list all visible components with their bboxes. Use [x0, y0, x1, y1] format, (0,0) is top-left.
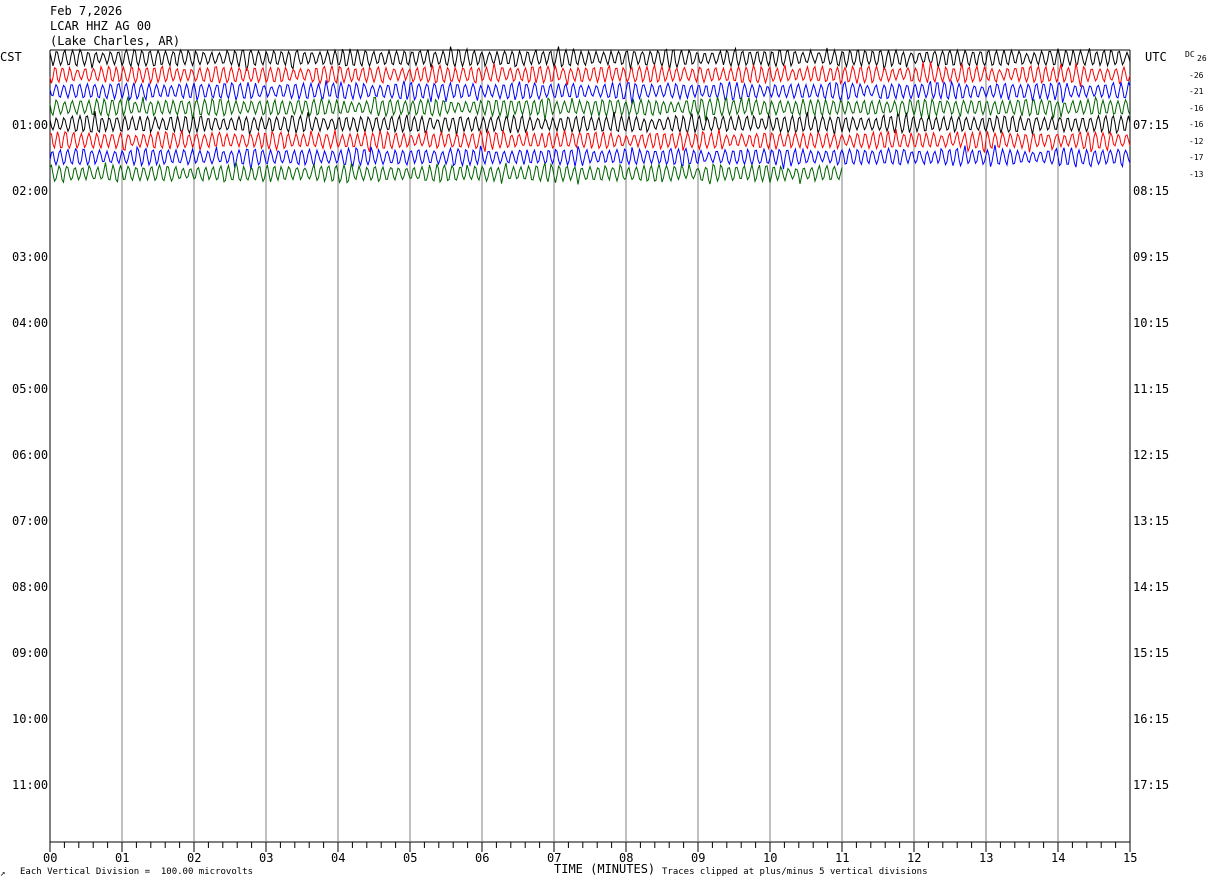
dc-offset-label: -17 — [1189, 153, 1204, 162]
helicorder-plot — [49, 46, 1131, 852]
station-label: LCAR HHZ AG 00 — [50, 19, 152, 33]
right-hour-label: 16:15 — [1133, 712, 1170, 726]
scale-note: Each Vertical Division = 100.00 microvol… — [20, 867, 253, 877]
right-hour-label: 14:15 — [1133, 580, 1170, 594]
location-label: (Lake Charles, AR) — [50, 34, 181, 48]
x-axis-ticks — [49, 842, 1131, 852]
right-hour-label: 15:15 — [1133, 646, 1170, 660]
left-timezone: CST — [0, 50, 22, 64]
clip-note: Traces clipped at plus/minus 5 vertical … — [662, 867, 928, 877]
x-tick-label: 01 — [115, 851, 130, 865]
right-hour-label: 07:15 — [1133, 118, 1170, 132]
right-hour-label: 08:15 — [1133, 184, 1170, 198]
dc-offset-label: -21 — [1189, 87, 1204, 96]
x-tick-label: 00 — [43, 851, 58, 865]
left-hour-label: 07:00 — [12, 514, 49, 528]
left-hour-label: 05:00 — [12, 382, 49, 396]
dc-offset-label: 26 — [1197, 54, 1207, 63]
left-hour-label: 03:00 — [12, 250, 49, 264]
dc-offset-label: -13 — [1189, 169, 1204, 179]
seismic-traces — [49, 46, 1131, 185]
trace-line-red — [49, 129, 1131, 154]
x-tick-label: 10 — [763, 851, 778, 865]
x-tick-label: 03 — [259, 851, 274, 865]
x-tick-label: 09 — [691, 851, 706, 865]
trace-line-green — [49, 95, 1131, 122]
left-hour-label: 04:00 — [12, 316, 49, 330]
x-tick-label: 06 — [475, 851, 490, 865]
x-tick-label: 15 — [1123, 851, 1138, 865]
x-axis-title: TIME (MINUTES) — [554, 862, 656, 876]
right-hour-label: 12:15 — [1133, 448, 1170, 462]
dc-offset-label: -16 — [1189, 103, 1204, 113]
x-tick-label: 14 — [1051, 851, 1066, 865]
dc-offset-label: -26 — [1189, 70, 1204, 80]
right-hour-label: 10:15 — [1133, 316, 1170, 330]
left-hour-label: 11:00 — [12, 778, 49, 792]
right-hour-label: 11:15 — [1133, 382, 1170, 396]
left-hour-label: 10:00 — [12, 712, 49, 726]
left-hour-label: 01:00 — [12, 118, 49, 132]
dc-label: DC — [1185, 50, 1195, 59]
right-hour-label: 09:15 — [1133, 250, 1170, 264]
x-tick-label: 05 — [403, 851, 418, 865]
left-hour-label: 09:00 — [12, 646, 49, 660]
right-hour-label: 17:15 — [1133, 778, 1170, 792]
dc-offset-label: -16 — [1189, 120, 1204, 129]
corner-mark: ↗ — [0, 869, 6, 879]
date-label: Feb 7,2026 — [50, 4, 123, 18]
x-tick-label: 11 — [835, 851, 850, 865]
x-tick-label: 12 — [907, 851, 922, 865]
x-tick-label: 04 — [331, 851, 346, 865]
trace-line-red — [49, 61, 1131, 87]
dc-offset-label: -12 — [1189, 136, 1204, 146]
x-tick-label: 02 — [187, 851, 202, 865]
left-hour-label: 08:00 — [12, 580, 49, 594]
left-hour-label: 06:00 — [12, 448, 49, 462]
left-hour-label: 02:00 — [12, 184, 49, 198]
x-tick-label: 13 — [979, 851, 994, 865]
right-hour-label: 13:15 — [1133, 514, 1170, 528]
right-timezone: UTC — [1145, 50, 1167, 64]
